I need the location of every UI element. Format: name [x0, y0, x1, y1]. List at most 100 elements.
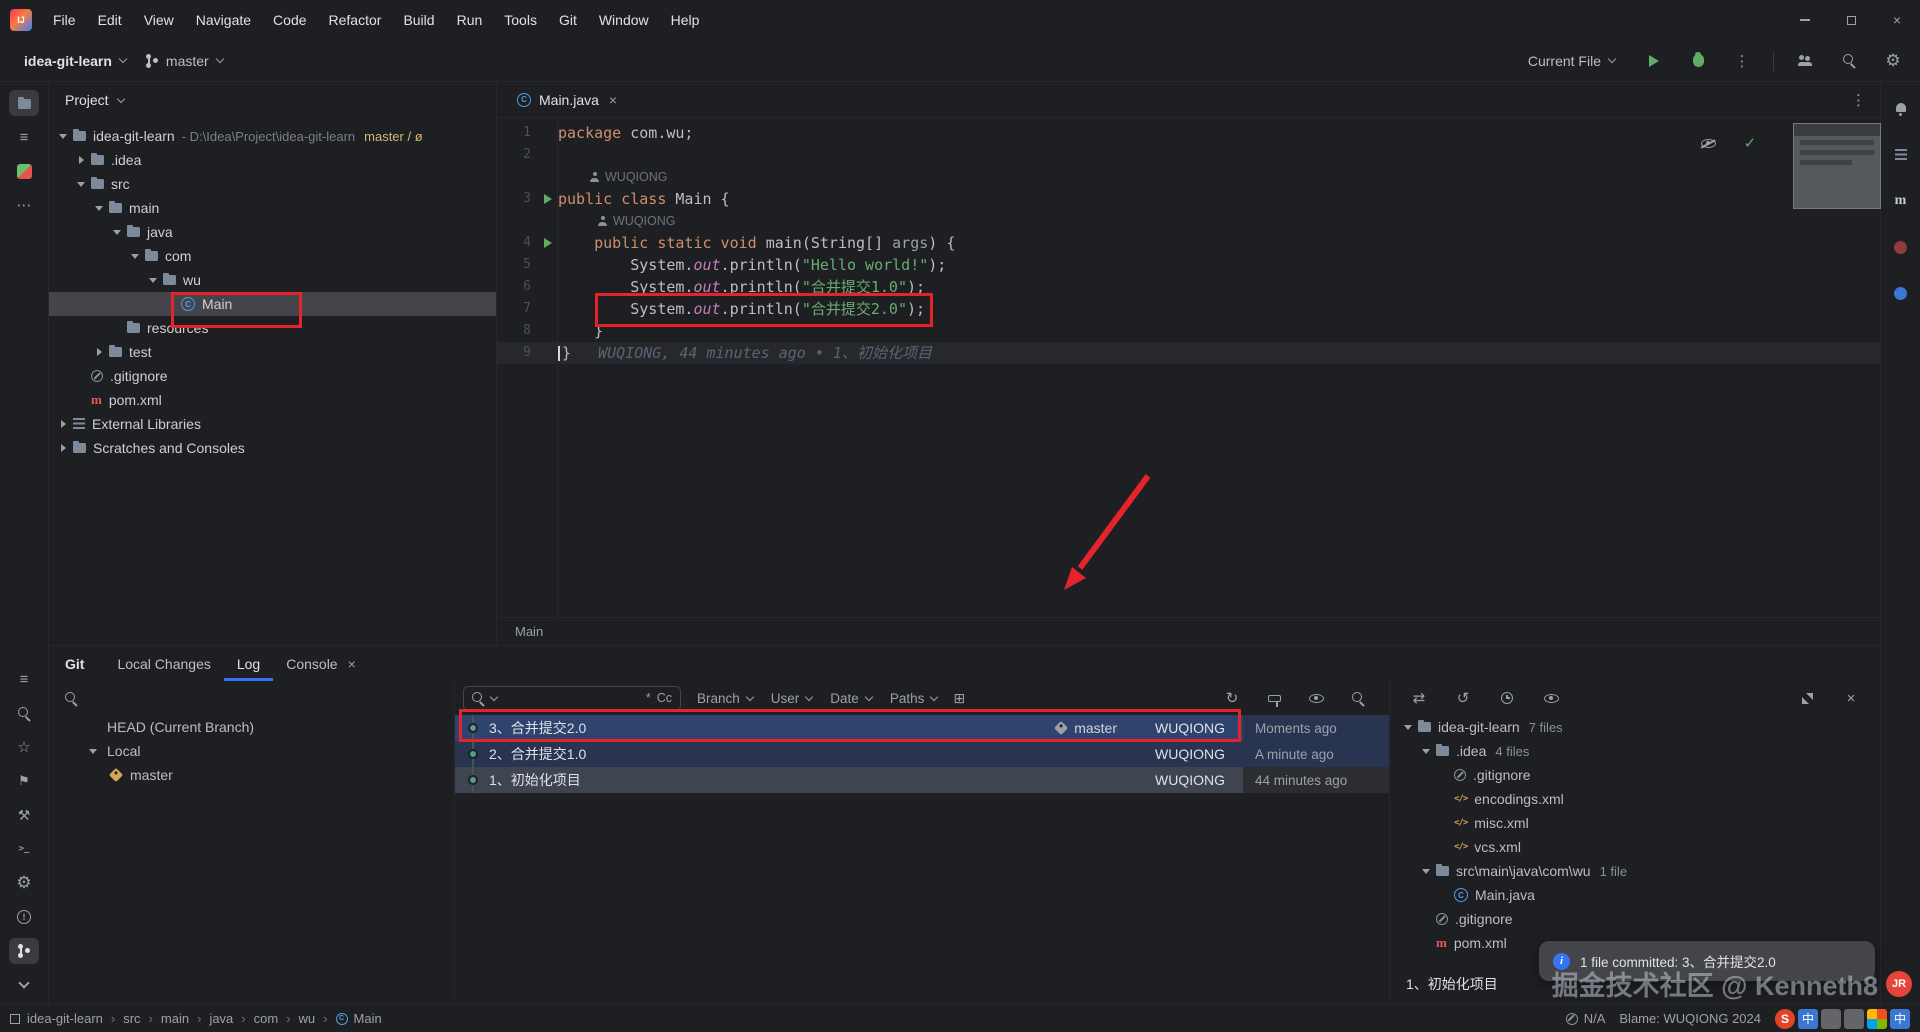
plugin-tool-icon[interactable]	[9, 158, 39, 184]
filter-paths[interactable]: Paths	[890, 691, 939, 706]
changed-file-item[interactable]: .gitignore	[1390, 763, 1880, 787]
local-branches-group[interactable]: Local	[49, 739, 454, 763]
compare-icon[interactable]: ⇄	[1406, 685, 1432, 711]
menu-refactor[interactable]: Refactor	[318, 8, 393, 32]
new-log-tab-icon[interactable]: ⊞	[953, 690, 965, 707]
project-tree-item[interactable]: wu	[49, 268, 496, 292]
breadcrumb-item[interactable]: com	[254, 1011, 279, 1026]
ime-language-icon[interactable]: 中	[1798, 1008, 1818, 1029]
run-line-icon[interactable]	[537, 194, 558, 204]
git-tool-icon[interactable]	[9, 938, 39, 964]
hide-toolwindows-icon[interactable]	[9, 972, 39, 998]
chevron-right-icon[interactable]	[73, 156, 89, 164]
settings-icon[interactable]: ⚙	[1880, 48, 1906, 74]
run-line-icon[interactable]	[537, 238, 558, 248]
debug-button[interactable]	[1685, 48, 1711, 74]
project-tree-item[interactable]: java	[49, 220, 496, 244]
more-actions-icon[interactable]: ⋮	[1729, 48, 1755, 74]
code-line[interactable]: 5 System. out .println("Hello world!");	[497, 254, 1880, 276]
changed-file-item[interactable]: .gitignore	[1390, 907, 1880, 931]
menu-view[interactable]: View	[133, 8, 185, 32]
editor-tabs-options-icon[interactable]: ⋮	[1851, 91, 1866, 109]
maximize-button[interactable]	[1828, 0, 1874, 40]
line-number[interactable]: 2	[497, 144, 537, 166]
database-icon[interactable]	[1886, 142, 1916, 168]
code-line[interactable]: 4 public static void main(String[] args)…	[497, 232, 1880, 254]
find-icon[interactable]	[1345, 685, 1371, 711]
encoding-widget[interactable]: N/A	[1565, 1011, 1605, 1026]
regex-toggle[interactable]: *	[646, 691, 651, 705]
tab-main-java[interactable]: C Main.java ×	[507, 82, 627, 118]
filter-user[interactable]: User	[771, 691, 814, 706]
close-tab-icon[interactable]: ×	[348, 656, 356, 672]
breadcrumb-item[interactable]: src	[123, 1011, 140, 1026]
chevron-down-icon[interactable]	[145, 277, 161, 283]
breadcrumb-item[interactable]: wu	[299, 1011, 316, 1026]
changed-file-item[interactable]: src\main\java\com\wu 1 file	[1390, 859, 1880, 883]
chevron-down-icon[interactable]	[85, 748, 101, 754]
match-case-toggle[interactable]: Cc	[657, 691, 672, 705]
find-tool-icon[interactable]	[9, 700, 39, 726]
annotation-row[interactable]: WUQIONG	[497, 166, 1880, 188]
breadcrumb-item[interactable]: Main	[354, 1011, 382, 1026]
close-button[interactable]: ×	[1874, 0, 1920, 40]
filter-date[interactable]: Date	[830, 691, 874, 706]
menu-build[interactable]: Build	[392, 8, 445, 32]
problems-tool-icon[interactable]: !	[9, 904, 39, 930]
project-tree-item[interactable]: main	[49, 196, 496, 220]
refresh-icon[interactable]: ↻	[1219, 685, 1245, 711]
preview-diff-icon[interactable]	[1538, 685, 1564, 711]
project-tree-item[interactable]: .idea	[49, 148, 496, 172]
chevron-right-icon[interactable]	[55, 420, 71, 428]
log-search-input[interactable]: * Cc	[463, 685, 681, 711]
no-problems-icon[interactable]: ✓	[1737, 130, 1763, 156]
head-branch-row[interactable]: HEAD (Current Branch)	[49, 715, 454, 739]
menu-navigate[interactable]: Navigate	[185, 8, 262, 32]
bookmarks-icon[interactable]: ⚑	[9, 768, 39, 794]
breadcrumb-item[interactable]: idea-git-learn	[27, 1011, 103, 1026]
commit-row[interactable]: 1、初始化项目 WUQIONG 44 minutes ago	[455, 767, 1389, 793]
close-tab-icon[interactable]: ×	[609, 92, 617, 108]
filter-branch[interactable]: Branch	[697, 691, 755, 706]
changed-file-item[interactable]: </> vcs.xml	[1390, 835, 1880, 859]
sogou-input-icon[interactable]: S	[1775, 1008, 1795, 1029]
tab-log[interactable]: Log	[224, 646, 273, 681]
menu-edit[interactable]: Edit	[87, 8, 133, 32]
rollback-icon[interactable]: ↺	[1450, 685, 1476, 711]
annotation-row[interactable]: WUQIONG	[497, 210, 1880, 232]
project-tree-item[interactable]: com	[49, 244, 496, 268]
chevron-down-icon[interactable]	[109, 229, 125, 235]
changed-file-item[interactable]: C Main.java	[1390, 883, 1880, 907]
code-editor[interactable]: 1 package com.wu; 2 WUQIONG 3 public class Ma…	[497, 118, 1880, 617]
terminal-tool-icon[interactable]: >_	[9, 836, 39, 862]
project-tree-item[interactable]: .gitignore	[49, 364, 496, 388]
chevron-right-icon[interactable]	[55, 444, 71, 452]
project-tree-item[interactable]: src	[49, 172, 496, 196]
tool-window-switcher-icon[interactable]	[10, 1013, 20, 1024]
run-config-widget[interactable]: Current File	[1518, 48, 1625, 74]
expand-icon[interactable]	[1794, 685, 1820, 711]
chevron-down-icon[interactable]	[1418, 748, 1434, 754]
branch-widget[interactable]: master	[136, 48, 233, 74]
changed-file-item[interactable]: </> misc.xml	[1390, 811, 1880, 835]
project-tree-item[interactable]: test	[49, 340, 496, 364]
menu-run[interactable]: Run	[446, 8, 494, 32]
video-thumbnail[interactable]	[1793, 123, 1881, 209]
profiler-icon[interactable]	[1886, 234, 1916, 260]
code-line[interactable]: 2	[497, 144, 1880, 166]
commit-row[interactable]: 2、合并提交1.0 WUQIONG A minute ago	[455, 741, 1389, 767]
menu-tools[interactable]: Tools	[493, 8, 548, 32]
preview-icon[interactable]	[1303, 685, 1329, 711]
line-number[interactable]: 7	[497, 298, 537, 320]
project-widget[interactable]: idea-git-learn	[14, 48, 136, 74]
dependencies-icon[interactable]	[1886, 280, 1916, 306]
search-everywhere-icon[interactable]	[1836, 48, 1862, 74]
ms-grid-icon[interactable]	[1867, 1008, 1887, 1029]
code-line[interactable]: 9} WUQIONG, 44 minutes ago • 1、初始化项目	[497, 342, 1880, 364]
changed-file-item[interactable]: </> encodings.xml	[1390, 787, 1880, 811]
project-tree-item[interactable]: Scratches and Consoles	[49, 436, 496, 460]
code-line[interactable]: 1 package com.wu;	[497, 122, 1880, 144]
more-tool-windows-icon[interactable]: ⋯	[9, 192, 39, 218]
maven-tool-icon[interactable]: m	[1886, 188, 1916, 214]
line-number[interactable]: 3	[497, 188, 537, 210]
